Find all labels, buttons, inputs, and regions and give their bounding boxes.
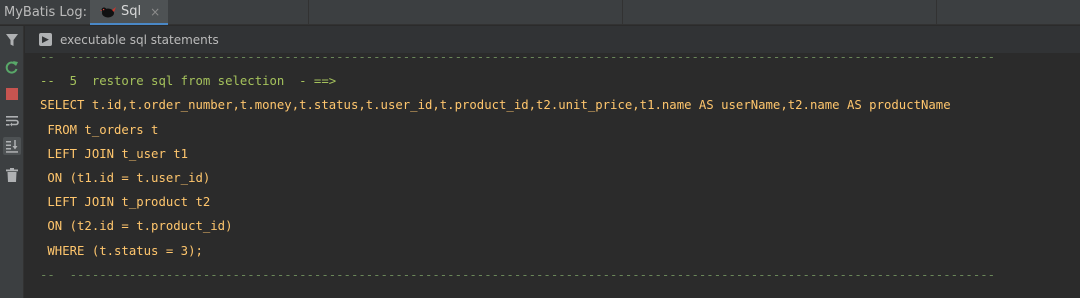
sql-line: LEFT JOIN t_user t1 [40, 146, 189, 161]
tab-sql-label: Sql [121, 4, 142, 19]
sql-console[interactable]: -- -------------------------------------… [25, 53, 1080, 298]
console-run-icon: ▶ [39, 33, 52, 46]
sql-line: FROM t_orders t [40, 122, 159, 137]
close-icon[interactable]: × [150, 5, 160, 19]
sql-line: LEFT JOIN t_product t2 [40, 195, 211, 210]
tabbar-filler [168, 0, 1080, 25]
scroll-to-end-icon[interactable] [3, 137, 21, 155]
clear-icon[interactable] [3, 166, 21, 184]
sql-line: WHERE (t.status = 3); [40, 243, 203, 258]
soft-wrap-icon[interactable] [3, 112, 21, 130]
sql-line: ON (t2.id = t.product_id) [40, 219, 233, 234]
rerun-icon[interactable] [3, 58, 21, 76]
mybatis-bird-icon [100, 6, 116, 17]
stop-icon[interactable] [3, 85, 21, 103]
tool-window-tabbar: MyBatis Log: Sql × [0, 0, 1080, 25]
filter-icon[interactable] [3, 31, 21, 49]
selection-comment: -- 5 restore sql from selection - ==> [40, 74, 337, 89]
separator-bottom: -- -------------------------------------… [40, 267, 996, 282]
separator-top: -- -------------------------------------… [40, 53, 996, 64]
tab-sql[interactable]: Sql × [90, 0, 169, 25]
tool-window-title: MyBatis Log: [4, 5, 88, 20]
sql-line: ON (t1.id = t.user_id) [40, 171, 211, 186]
sql-line: SELECT t.id,t.order_number,t.money,t.sta… [40, 98, 951, 113]
side-toolbar [0, 26, 24, 298]
header-text: executable sql statements [60, 32, 219, 47]
console-header: ▶ executable sql statements [25, 26, 1080, 53]
